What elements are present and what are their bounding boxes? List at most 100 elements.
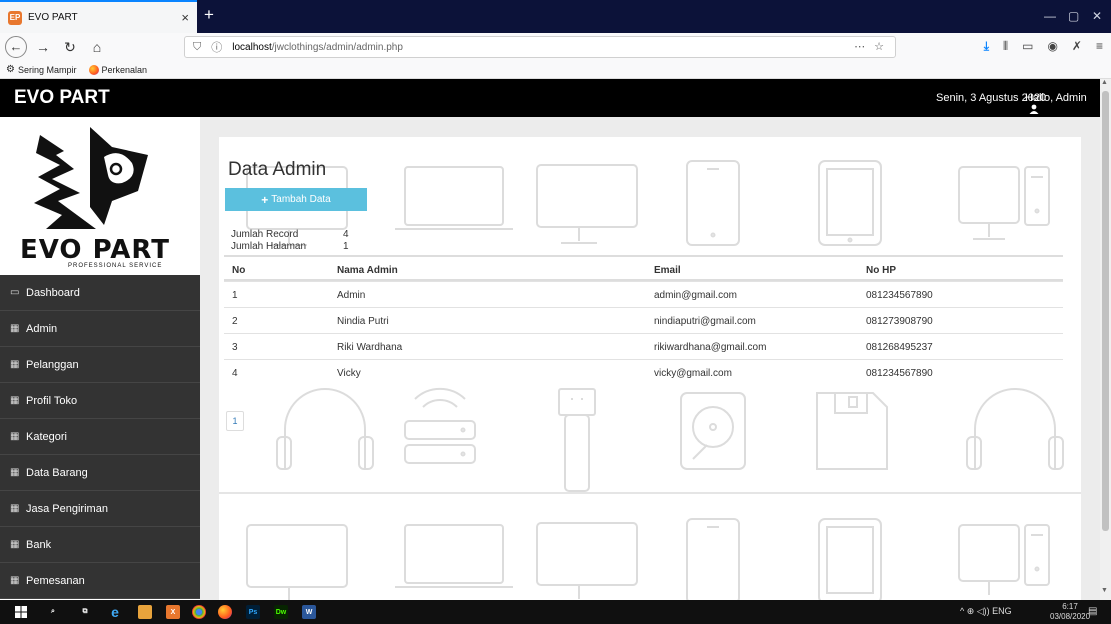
sidebar-item-dashboard[interactable]: ▭ Dashboard (0, 275, 200, 311)
account-icon[interactable]: ◉ (1047, 39, 1057, 54)
table-icon: ▦ (10, 503, 20, 514)
scroll-up-icon[interactable]: ▲ (1101, 79, 1108, 86)
info-icon[interactable]: ⓘ (211, 39, 222, 55)
table-row[interactable]: 4 Vicky vicky@gmail.com 081234567890 (224, 359, 1063, 385)
user-icon (1029, 104, 1039, 117)
page-title: Data Admin (228, 159, 327, 180)
table-icon: ▦ (10, 431, 20, 442)
sidebar: EVO PART PROFESSIONAL SERVICE ▭ Dashboard… (0, 117, 200, 600)
logo-emblem-icon (34, 127, 148, 229)
reload-icon[interactable]: ↻ (59, 39, 81, 56)
monitor-icon (536, 522, 638, 599)
xampp-icon[interactable]: X (166, 605, 180, 619)
table-icon: ▦ (10, 575, 20, 586)
browser-tab-strip: EP EVO PART × + — ▢ ✕ (0, 0, 1111, 33)
close-tab-icon[interactable]: × (181, 10, 189, 25)
table-row[interactable]: 3 Riki Wardhana rikiwardhana@gmail.com 0… (224, 333, 1063, 359)
section-divider (219, 492, 1081, 494)
task-view-icon[interactable]: ⧉ (78, 605, 92, 619)
add-data-button[interactable]: + Tambah Data (225, 188, 367, 211)
extension-icon[interactable]: ✗ (1072, 39, 1082, 54)
maximize-icon[interactable]: ▢ (1068, 9, 1079, 23)
headphones-icon (276, 388, 374, 470)
firefox-icon[interactable] (218, 605, 232, 619)
library-icon[interactable]: ⫴ (1003, 39, 1008, 54)
hard-drive-icon (680, 392, 746, 470)
chrome-icon[interactable] (192, 605, 206, 619)
new-tab-button[interactable]: + (204, 6, 214, 24)
windows-taskbar: ⌕ ⧉ e X Ps Dw W ^ ⊕ ◁)) ENG 6:17 03/08/20… (0, 600, 1111, 624)
system-clock[interactable]: 6:17 03/08/2020 (1050, 602, 1090, 622)
shield-icon[interactable]: ⛉ (193, 41, 201, 54)
user-greeting[interactable]: Hallo, Admin (1025, 92, 1100, 117)
bookmark-perkenalan[interactable]: Perkenalan (88, 64, 147, 75)
laptop-icon (395, 166, 513, 230)
minimize-icon[interactable]: — (1044, 9, 1056, 23)
admin-table: No Nama Admin Email No HP 1 Admin admin@… (224, 255, 1063, 385)
sidebar-item-pelanggan[interactable]: ▦ Pelanggan (0, 347, 200, 383)
table-icon: ▦ (10, 359, 20, 370)
table-icon: ▦ (10, 395, 20, 406)
monitor-icon: ▭ (10, 287, 20, 298)
sidebar-item-profil-toko[interactable]: ▦ Profil Toko (0, 383, 200, 419)
page-scrollbar[interactable]: ▲ ▼ (1100, 79, 1111, 600)
page-actions-icon[interactable]: ⋯ ☆ (854, 40, 887, 53)
table-row[interactable]: 2 Nindia Putri nindiaputri@gmail.com 081… (224, 307, 1063, 333)
photoshop-icon[interactable]: Ps (246, 605, 260, 619)
web-page: EVO PART Senin, 3 Agustus 2020 Hallo, Ad… (0, 79, 1111, 600)
page-count: Jumlah Halaman 1 (231, 241, 349, 252)
browser-tab[interactable]: EP EVO PART × (0, 0, 197, 33)
notification-icon[interactable]: ▤ (1088, 606, 1097, 617)
usb-drive-icon (558, 388, 596, 492)
record-count: Jumlah Record 4 (231, 229, 349, 240)
tablet-icon (818, 518, 882, 600)
monitor-icon (246, 524, 348, 600)
dreamweaver-icon[interactable]: Dw (274, 605, 288, 619)
file-explorer-icon[interactable] (138, 605, 152, 619)
brand-title[interactable]: EVO PART (14, 87, 110, 109)
plus-icon: + (261, 192, 269, 207)
monitor-icon (536, 164, 638, 244)
bookmarks-bar: ⚙ Sering Mampir Perkenalan (0, 61, 1111, 79)
edge-icon[interactable]: e (108, 604, 122, 620)
word-icon[interactable]: W (302, 605, 316, 619)
tablet-icon (818, 160, 882, 246)
main-content: Data Admin + Tambah Data Jumlah Record 4 J… (219, 137, 1081, 600)
sidebar-item-jasa-pengiriman[interactable]: ▦ Jasa Pengiriman (0, 491, 200, 527)
home-icon[interactable]: ⌂ (86, 39, 108, 55)
logo-subtitle: PROFESSIONAL SERVICE (68, 263, 163, 269)
firefox-icon (88, 64, 99, 75)
url-text[interactable]: localhost/jwclothings/admin/admin.php (232, 42, 403, 53)
address-bar[interactable]: ⛉ ⓘ localhost/jwclothings/admin/admin.ph… (184, 36, 896, 58)
bookmark-sering-mampir[interactable]: ⚙ Sering Mampir (6, 64, 77, 75)
sidebar-toggle-icon[interactable]: ▭ (1022, 39, 1033, 54)
floppy-disk-icon (816, 392, 888, 470)
close-window-icon[interactable]: ✕ (1092, 9, 1102, 23)
desktop-tower-icon (958, 524, 1050, 595)
menu-icon[interactable]: ≡ (1096, 39, 1103, 54)
pagination-page-1[interactable]: 1 (226, 411, 244, 431)
gear-icon: ⚙ (6, 64, 15, 75)
scroll-down-icon[interactable]: ▼ (1101, 587, 1108, 594)
table-row[interactable]: 1 Admin admin@gmail.com 081234567890 (224, 281, 1063, 307)
sidebar-item-pemesanan[interactable]: ▦ Pemesanan (0, 563, 200, 599)
back-arrow-icon[interactable]: ← (5, 36, 27, 58)
sidebar-item-bank[interactable]: ▦ Bank (0, 527, 200, 563)
desktop-tower-icon (958, 166, 1050, 240)
logo-text: EVO PART (20, 235, 170, 265)
sidebar-item-admin[interactable]: ▦ Admin (0, 311, 200, 347)
toolbar-icons: ⤓ ⫴ ▭ ◉ ✗ ≡ (984, 39, 1103, 54)
evo-part-logo: EVO PART PROFESSIONAL SERVICE (0, 117, 200, 277)
search-icon[interactable]: ⌕ (46, 605, 60, 619)
system-tray[interactable]: ^ ⊕ ◁)) ENG (960, 606, 1012, 617)
tab-title: EVO PART (28, 12, 78, 23)
app-header: EVO PART Senin, 3 Agustus 2020 Hallo, Ad… (0, 79, 1100, 117)
windows-start-icon[interactable] (14, 605, 28, 619)
forward-arrow-icon[interactable]: → (32, 39, 54, 55)
table-icon: ▦ (10, 467, 20, 478)
sidebar-item-data-barang[interactable]: ▦ Data Barang (0, 455, 200, 491)
download-icon[interactable]: ⤓ (984, 39, 989, 54)
sidebar-item-kategori[interactable]: ▦ Kategori (0, 419, 200, 455)
scrollbar-thumb[interactable] (1102, 91, 1109, 531)
table-icon: ▦ (10, 323, 20, 334)
